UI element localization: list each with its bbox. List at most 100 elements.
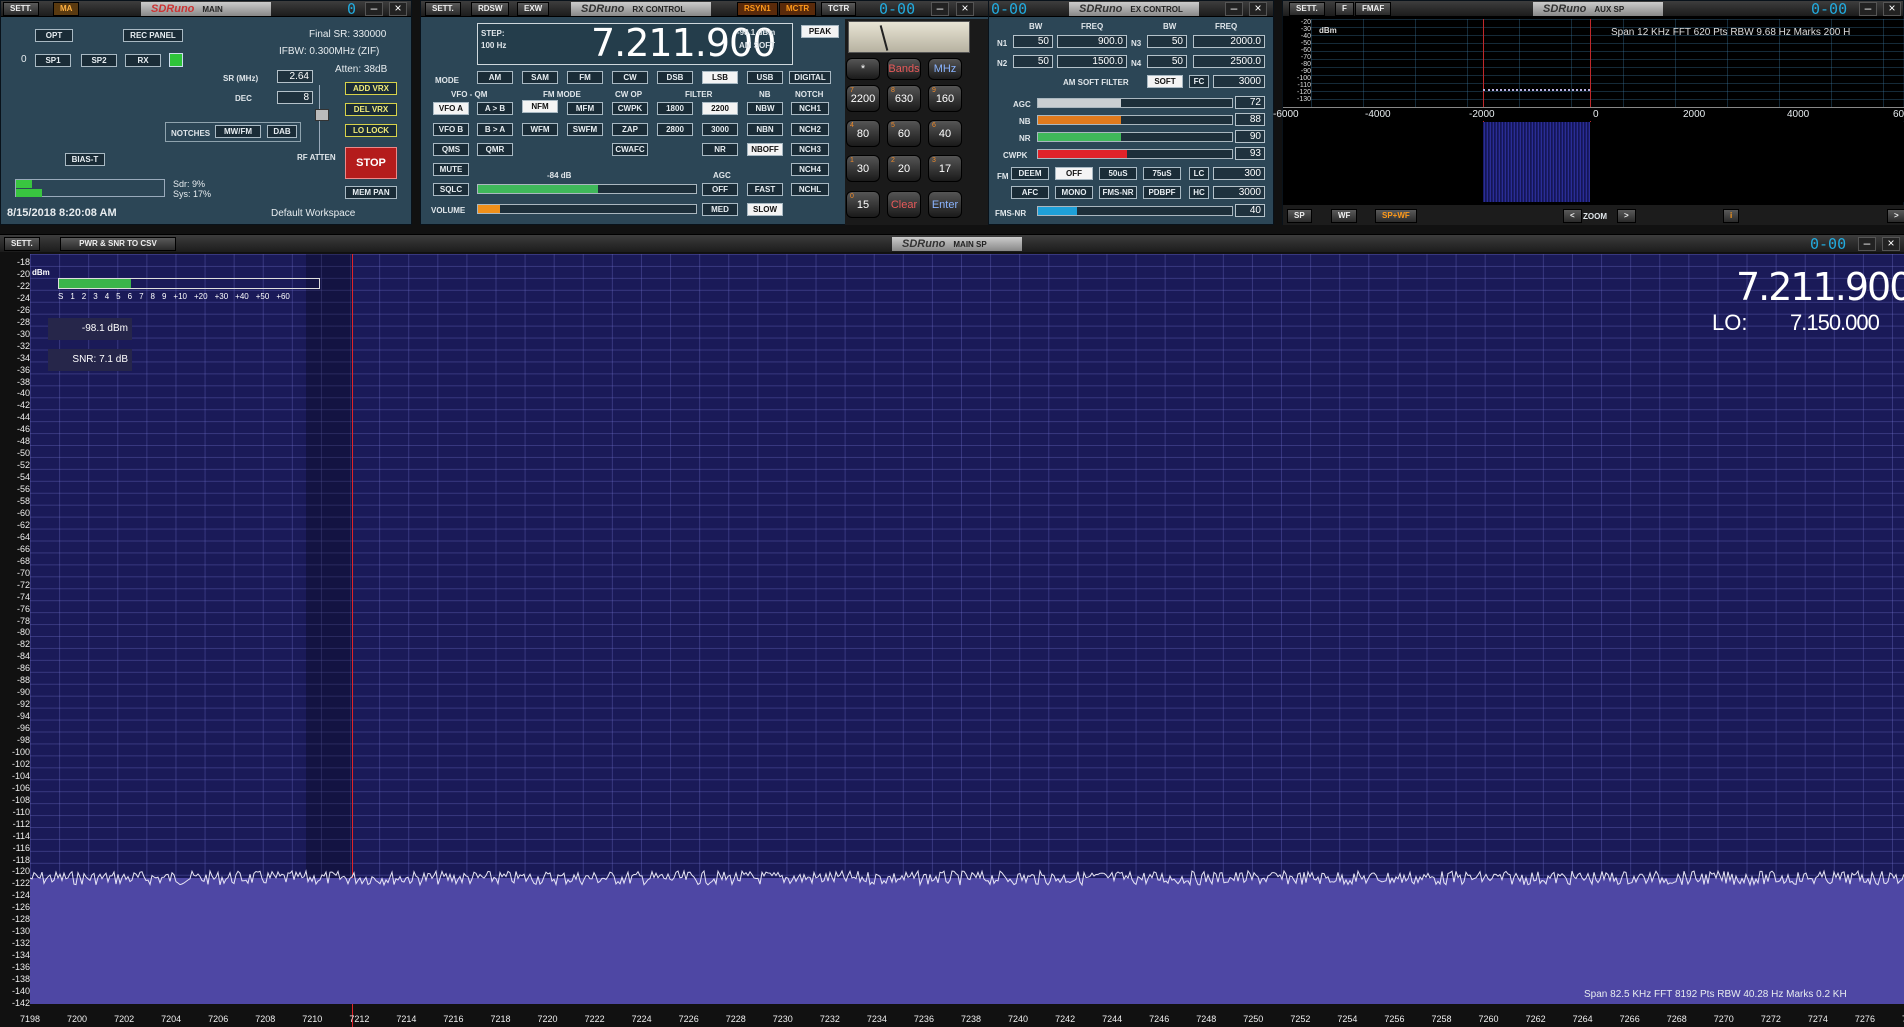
- sr-input[interactable]: 2.64: [277, 70, 313, 83]
- fc-input[interactable]: 3000: [1213, 75, 1265, 88]
- nchl-button[interactable]: NCHL: [791, 183, 829, 196]
- fms-nr-slider[interactable]: [1037, 206, 1233, 216]
- minimize-icon[interactable]: –: [365, 2, 383, 16]
- lo-lock-button[interactable]: LO LOCK: [345, 124, 397, 137]
- ex-agc-slider[interactable]: [1037, 98, 1233, 108]
- key-9[interactable]: 9 160: [928, 85, 962, 112]
- mainsp-close-icon[interactable]: ×: [1882, 237, 1900, 251]
- mctr-button[interactable]: MCTR: [779, 2, 817, 16]
- n2-freq-input[interactable]: 1500.0: [1057, 55, 1127, 68]
- key-1[interactable]: 1 30: [846, 155, 880, 182]
- b-to-a-button[interactable]: B > A: [477, 123, 513, 136]
- ex-agc-value[interactable]: 72: [1235, 96, 1265, 109]
- key-6[interactable]: 6 40: [928, 120, 962, 147]
- rx-close-icon[interactable]: ×: [956, 2, 974, 16]
- aux-minimize-icon[interactable]: –: [1859, 2, 1877, 16]
- n1-bw-input[interactable]: 50: [1013, 35, 1053, 48]
- nch3-button[interactable]: NCH3: [791, 143, 829, 156]
- deem-button[interactable]: DEEM: [1011, 167, 1049, 180]
- rx-button[interactable]: RX: [125, 54, 161, 67]
- mode-usb-button[interactable]: USB: [747, 71, 783, 84]
- qms-button[interactable]: QMS: [433, 143, 469, 156]
- mute-button[interactable]: MUTE: [433, 163, 469, 176]
- key-0[interactable]: 0 15: [846, 191, 880, 218]
- key-2[interactable]: 2 20: [887, 155, 921, 182]
- fms-nr-value[interactable]: 40: [1235, 204, 1265, 217]
- key-5[interactable]: 5 60: [887, 120, 921, 147]
- n3-freq-input[interactable]: 2000.0: [1193, 35, 1265, 48]
- nch1-button[interactable]: NCH1: [791, 102, 829, 115]
- ex-cwpk-slider[interactable]: [1037, 149, 1233, 159]
- nbn-button[interactable]: NBN: [747, 123, 783, 136]
- mode-am-button[interactable]: AM: [477, 71, 513, 84]
- deem-50us-button[interactable]: 50uS: [1099, 167, 1137, 180]
- fmaf-button[interactable]: FMAF: [1355, 2, 1392, 16]
- mode-sam-button[interactable]: SAM: [522, 71, 558, 84]
- sp1-button[interactable]: SP1: [35, 54, 71, 67]
- key-7[interactable]: 7 2200: [846, 85, 880, 112]
- del-vrx-button[interactable]: DEL VRX: [345, 103, 397, 116]
- rsyn1-button[interactable]: RSYN1: [737, 2, 778, 16]
- add-vrx-button[interactable]: ADD VRX: [345, 82, 397, 95]
- lc-input[interactable]: 300: [1213, 167, 1265, 180]
- ma-button[interactable]: MA: [53, 2, 80, 16]
- mode-digital-button[interactable]: DIGITAL: [789, 71, 831, 84]
- filter-1800-button[interactable]: 1800: [657, 102, 693, 115]
- swfm-button[interactable]: SWFM: [567, 123, 603, 136]
- rx-minimize-icon[interactable]: –: [931, 2, 949, 16]
- cwafc-button[interactable]: CWAFC: [612, 143, 648, 156]
- main-sett-button[interactable]: SETT.: [3, 2, 39, 16]
- nch4-button[interactable]: NCH4: [791, 163, 829, 176]
- rec-panel-button[interactable]: REC PANEL: [123, 29, 183, 42]
- deem-75us-button[interactable]: 75uS: [1143, 167, 1181, 180]
- filter-2800-button[interactable]: 2800: [657, 123, 693, 136]
- lc-button[interactable]: LC: [1189, 167, 1209, 180]
- tctr-button[interactable]: TCTR: [821, 2, 857, 16]
- nr-button[interactable]: NR: [702, 143, 738, 156]
- stop-button[interactable]: STOP: [345, 147, 397, 179]
- pwr-snr-csv-button[interactable]: PWR & SNR TO CSV: [60, 237, 176, 251]
- nfm-button[interactable]: NFM: [522, 100, 558, 113]
- wfm-button[interactable]: WFM: [522, 123, 558, 136]
- n4-freq-input[interactable]: 2500.0: [1193, 55, 1265, 68]
- bands-key[interactable]: Bands: [887, 58, 921, 80]
- key-3[interactable]: 3 17: [928, 155, 962, 182]
- cwpk-button[interactable]: CWPK: [612, 102, 648, 115]
- aux-collapse-icon[interactable]: >: [1887, 209, 1904, 223]
- close-icon[interactable]: ×: [389, 2, 407, 16]
- volume-slider[interactable]: [477, 204, 697, 214]
- aux-close-icon[interactable]: ×: [1883, 2, 1901, 16]
- pdbpf-button[interactable]: PDBPF: [1143, 186, 1181, 199]
- mwfm-button[interactable]: MW/FM: [215, 125, 261, 138]
- aux-f-button[interactable]: F: [1335, 2, 1354, 16]
- vfo-b-button[interactable]: VFO B: [433, 123, 469, 136]
- opt-button[interactable]: OPT: [35, 29, 73, 42]
- ex-close-icon[interactable]: ×: [1249, 2, 1267, 16]
- filter-3000-button[interactable]: 3000: [702, 123, 738, 136]
- rf-atten-handle[interactable]: [315, 109, 329, 121]
- zap-button[interactable]: ZAP: [612, 123, 648, 136]
- dec-input[interactable]: 8: [277, 91, 313, 104]
- nboff-button[interactable]: NBOFF: [747, 143, 783, 156]
- ex-nr-value[interactable]: 90: [1235, 130, 1265, 143]
- mainsp-sett-button[interactable]: SETT.: [4, 237, 40, 251]
- bias-t-button[interactable]: BIAS-T: [65, 153, 105, 166]
- fms-nr-button[interactable]: FMS-NR: [1099, 186, 1137, 199]
- rdsw-button[interactable]: RDSW: [471, 2, 510, 16]
- aux-spwf-button[interactable]: SP+WF: [1375, 209, 1417, 223]
- vfo-a-button[interactable]: VFO A: [433, 102, 469, 115]
- rx-sett-button[interactable]: SETT.: [425, 2, 461, 16]
- filter-2200-button[interactable]: 2200: [702, 102, 738, 115]
- nbw-button[interactable]: NBW: [747, 102, 783, 115]
- mfm-button[interactable]: MFM: [567, 102, 603, 115]
- mono-button[interactable]: MONO: [1055, 186, 1093, 199]
- squelch-slider[interactable]: [477, 184, 697, 194]
- zoom-left-icon[interactable]: <: [1563, 209, 1582, 223]
- soft-button[interactable]: SOFT: [1147, 75, 1183, 88]
- n4-bw-input[interactable]: 50: [1147, 55, 1187, 68]
- sp2-button[interactable]: SP2: [81, 54, 117, 67]
- n2-bw-input[interactable]: 50: [1013, 55, 1053, 68]
- info-button[interactable]: i: [1723, 209, 1740, 223]
- mhz-key[interactable]: MHz: [928, 58, 962, 80]
- clear-key[interactable]: Clear: [887, 191, 921, 218]
